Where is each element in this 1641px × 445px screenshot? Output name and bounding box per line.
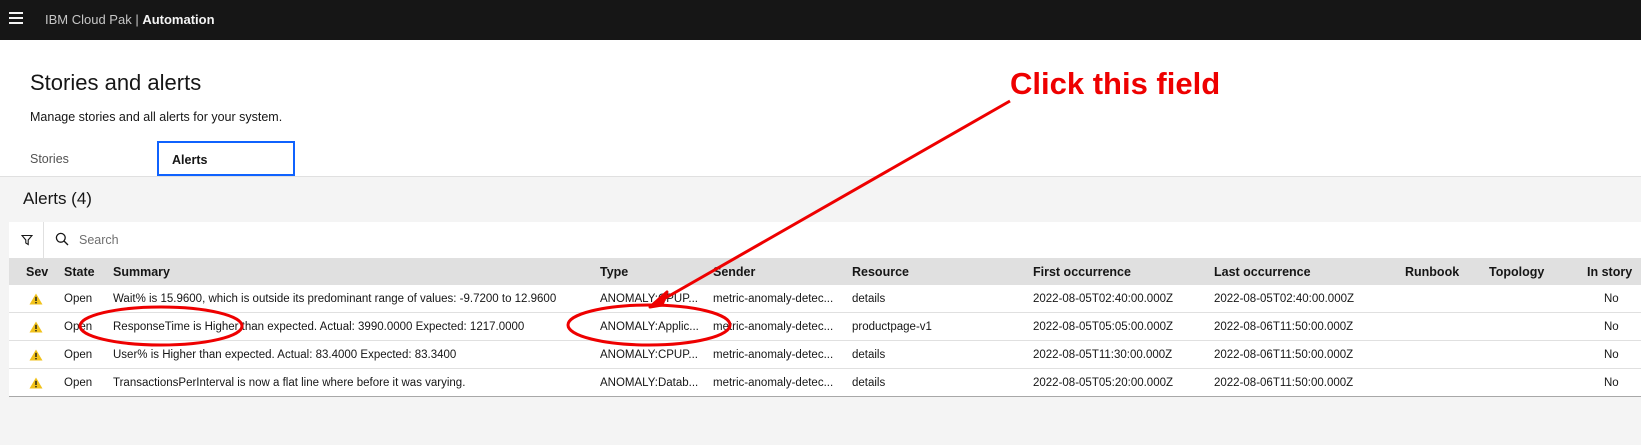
cell-first-occurrence: 2022-08-05T11:30:00.000Z [1033, 349, 1173, 361]
cell-type[interactable]: ANOMALY:Applic... [600, 321, 706, 333]
cell-summary[interactable]: Wait% is 15.9600, which is outside its p… [113, 293, 593, 305]
table-row[interactable]: Open ResponseTime is Higher than expecte… [9, 313, 1641, 341]
cell-state: Open [64, 321, 93, 333]
brand-prefix: IBM Cloud Pak [45, 12, 132, 27]
cell-last-occurrence: 2022-08-05T02:40:00.000Z [1214, 293, 1355, 305]
table-row[interactable]: Open TransactionsPerInterval is now a fl… [9, 369, 1641, 397]
brand-name: IBM Cloud Pak | Automation [45, 12, 215, 27]
warning-icon [29, 349, 43, 361]
alerts-table-header: Sev State Summary Type Sender Resource F… [9, 258, 1641, 285]
column-header-sender[interactable]: Sender [713, 265, 755, 279]
cell-resource[interactable]: details [852, 349, 1027, 361]
table-row[interactable]: Open Wait% is 15.9600, which is outside … [9, 285, 1641, 313]
cell-sender[interactable]: metric-anomaly-detec... [713, 293, 845, 305]
cell-in-story: No [1604, 321, 1619, 333]
cell-last-occurrence: 2022-08-06T11:50:00.000Z [1214, 377, 1354, 389]
warning-icon [29, 377, 43, 389]
search-input[interactable] [79, 230, 579, 250]
page-title: Stories and alerts [30, 70, 202, 95]
search-icon [55, 232, 69, 246]
warning-icon [29, 321, 43, 333]
cell-last-occurrence: 2022-08-06T11:50:00.000Z [1214, 349, 1354, 361]
cell-summary[interactable]: User% is Higher than expected. Actual: 8… [113, 349, 593, 361]
column-header-type[interactable]: Type [600, 265, 628, 279]
column-header-first-occurrence[interactable]: First occurrence [1033, 265, 1131, 279]
cell-state: Open [64, 349, 93, 361]
cell-resource[interactable]: details [852, 293, 1027, 305]
cell-in-story: No [1604, 349, 1619, 361]
table-row[interactable]: Open User% is Higher than expected. Actu… [9, 341, 1641, 369]
cell-sender[interactable]: metric-anomaly-detec... [713, 321, 845, 333]
brand-product: Automation [142, 12, 215, 27]
column-header-topology[interactable]: Topology [1489, 265, 1544, 279]
cell-summary[interactable]: TransactionsPerInterval is now a flat li… [113, 377, 593, 389]
cell-first-occurrence: 2022-08-05T05:20:00.000Z [1033, 377, 1174, 389]
filter-button[interactable] [9, 222, 44, 258]
filter-icon [21, 234, 33, 246]
cell-resource[interactable]: productpage-v1 [852, 321, 1027, 333]
brand-separator: | [131, 12, 143, 27]
cell-state: Open [64, 293, 93, 305]
tab-alerts[interactable]: Alerts [157, 141, 295, 176]
cell-type[interactable]: ANOMALY:Datab... [600, 377, 706, 389]
alerts-heading: Alerts (4) [23, 189, 92, 208]
cell-first-occurrence: 2022-08-05T02:40:00.000Z [1033, 293, 1174, 305]
cell-sender[interactable]: metric-anomaly-detec... [713, 377, 845, 389]
cell-type[interactable]: ANOMALY:CPUP... [600, 349, 706, 361]
cell-sender[interactable]: metric-anomaly-detec... [713, 349, 845, 361]
cell-summary[interactable]: ResponseTime is Higher than expected. Ac… [113, 321, 593, 333]
page-description: Manage stories and all alerts for your s… [30, 110, 283, 124]
tab-stories[interactable]: Stories [30, 141, 155, 176]
column-header-sev[interactable]: Sev [26, 265, 48, 279]
column-header-summary[interactable]: Summary [113, 265, 170, 279]
cell-last-occurrence: 2022-08-06T11:50:00.000Z [1214, 321, 1354, 333]
cell-first-occurrence: 2022-08-05T05:05:00.000Z [1033, 321, 1174, 333]
cell-state: Open [64, 377, 93, 389]
cell-in-story: No [1604, 377, 1619, 389]
column-header-state[interactable]: State [64, 265, 95, 279]
column-header-in-story[interactable]: In story [1587, 265, 1632, 279]
cell-type[interactable]: ANOMALY:CPUP... [600, 293, 706, 305]
top-header-bar: IBM Cloud Pak | Automation [0, 0, 1641, 40]
column-header-resource[interactable]: Resource [852, 265, 909, 279]
annotation-label: Click this field [1010, 66, 1221, 101]
cell-in-story: No [1604, 293, 1619, 305]
column-header-last-occurrence[interactable]: Last occurrence [1214, 265, 1311, 279]
cell-resource[interactable]: details [852, 377, 1027, 389]
column-header-runbook[interactable]: Runbook [1405, 265, 1459, 279]
hamburger-menu-icon[interactable] [9, 12, 23, 24]
alerts-toolbar [9, 222, 1641, 258]
warning-icon [29, 293, 43, 305]
